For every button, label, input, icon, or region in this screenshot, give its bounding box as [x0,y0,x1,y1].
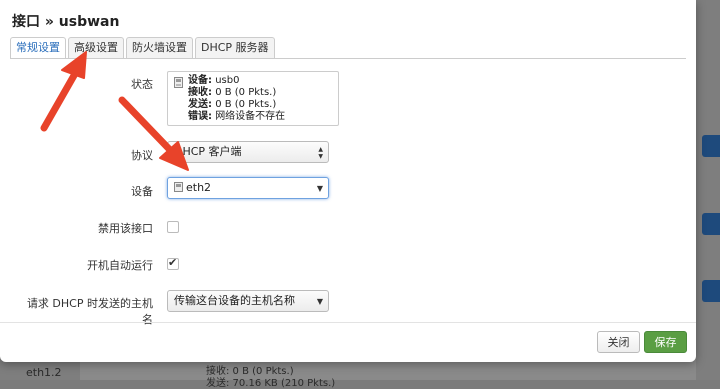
annotation-arrow [40,51,87,132]
annotation-arrows [40,51,189,171]
annotation-arrow [118,96,189,171]
